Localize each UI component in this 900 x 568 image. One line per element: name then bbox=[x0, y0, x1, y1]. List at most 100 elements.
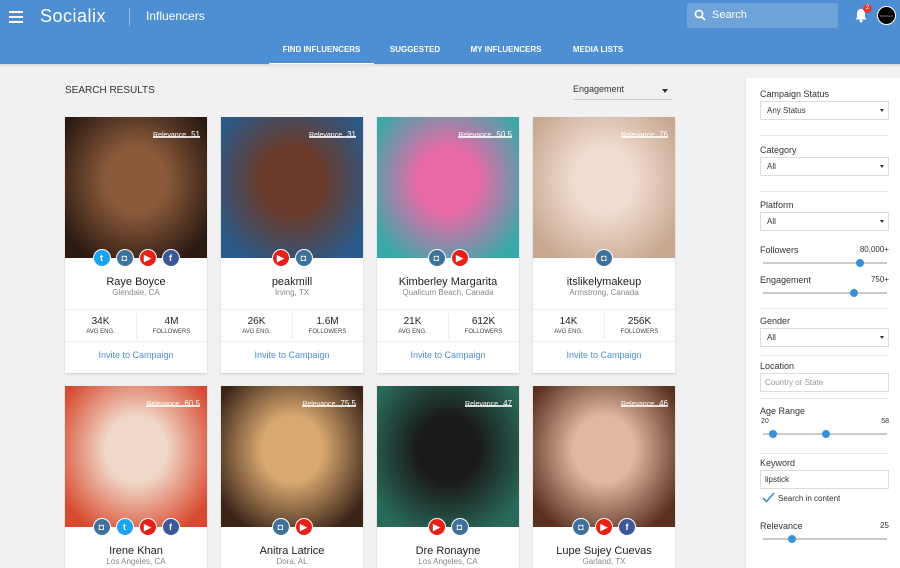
youtube-icon[interactable]: ▶ bbox=[271, 249, 290, 267]
search-box[interactable]: Search bbox=[687, 3, 838, 28]
tab-find-influencers[interactable]: FIND INFLUENCERS bbox=[269, 45, 374, 65]
category-value: All bbox=[767, 162, 776, 171]
instagram-icon[interactable]: ◘ bbox=[427, 249, 446, 267]
keyword-value: lipstick bbox=[765, 475, 790, 484]
invite-to-campaign-link[interactable]: Invite to Campaign bbox=[533, 350, 675, 360]
filter-label-age-range: Age Range bbox=[760, 406, 806, 416]
avg-engagement-value: 21K bbox=[403, 316, 422, 327]
engagement-slider-handle[interactable] bbox=[849, 289, 858, 297]
influencer-photo[interactable]: Relevance46 bbox=[533, 386, 675, 527]
influencer-location: Glendale, CA bbox=[112, 288, 160, 297]
avatar-text: SOCIALIX bbox=[879, 13, 894, 18]
influencer-card[interactable]: Relevance60.5 ◘t▶f Irene Khan Los Angele… bbox=[65, 386, 207, 568]
influencer-card[interactable]: Relevance47 ▶◘ Dre Ronayne Los Angeles, … bbox=[377, 386, 519, 568]
engagement-slider[interactable] bbox=[763, 289, 887, 297]
influencer-photo[interactable]: Relevance51 bbox=[65, 117, 207, 258]
influencer-name[interactable]: peakmill bbox=[221, 276, 363, 288]
invite-to-campaign-link[interactable]: Invite to Campaign bbox=[221, 350, 363, 360]
instagram-icon[interactable]: ◘ bbox=[294, 249, 313, 267]
influencer-card[interactable]: Relevance76 ◘ itslikelymakeup Armstrong,… bbox=[533, 117, 675, 373]
avg-engagement-value: 14K bbox=[559, 316, 578, 327]
twitter-icon[interactable]: t bbox=[92, 249, 111, 267]
invite-to-campaign-link[interactable]: Invite to Campaign bbox=[65, 350, 207, 360]
location-input[interactable]: Country or State bbox=[760, 373, 889, 392]
app-logo[interactable]: Socialix bbox=[40, 6, 106, 27]
influencer-card[interactable]: Relevance75.5 ◘▶ Anitra Latrice Dora, AL bbox=[221, 386, 363, 568]
instagram-icon[interactable]: ◘ bbox=[271, 518, 290, 536]
filter-sidebar: Campaign Status Any Status Category All … bbox=[745, 78, 900, 568]
youtube-icon[interactable]: ▶ bbox=[294, 518, 313, 536]
age-max-handle[interactable] bbox=[822, 430, 831, 438]
tab-media-lists[interactable]: MEDIA LISTS bbox=[566, 45, 630, 65]
invite-to-campaign-link[interactable]: Invite to Campaign bbox=[377, 350, 519, 360]
instagram-icon[interactable]: ◘ bbox=[572, 518, 590, 536]
influencer-photo[interactable]: Relevance75.5 bbox=[221, 386, 363, 527]
influencer-card[interactable]: Relevance31 ▶◘ peakmill Irving, TX 26K AV… bbox=[221, 117, 363, 373]
facebook-icon[interactable]: f bbox=[161, 249, 180, 267]
instagram-icon[interactable]: ◘ bbox=[115, 249, 134, 267]
influencer-photo[interactable]: Relevance31 bbox=[221, 117, 363, 258]
avg-engagement-value: 26K bbox=[247, 316, 266, 327]
instagram-icon[interactable]: ◘ bbox=[92, 518, 111, 536]
influencer-photo[interactable]: Relevance60.5 bbox=[65, 386, 207, 527]
followers-slider[interactable] bbox=[763, 259, 887, 267]
avg-engagement-stat: 26K AVG ENG. bbox=[221, 310, 292, 343]
social-networks: ▶ ◘ bbox=[221, 249, 363, 267]
youtube-icon[interactable]: ▶ bbox=[595, 518, 613, 536]
influencer-location: Los Angeles, CA bbox=[418, 557, 478, 566]
youtube-icon[interactable]: ▶ bbox=[427, 518, 446, 536]
youtube-icon[interactable]: ▶ bbox=[138, 249, 157, 267]
age-min-value: 20 bbox=[761, 418, 769, 425]
influencer-photo[interactable]: Relevance50.5 bbox=[377, 117, 519, 258]
campaign-status-select[interactable]: Any Status bbox=[760, 101, 889, 120]
tab-suggested[interactable]: SUGGESTED bbox=[385, 45, 445, 65]
influencer-photo[interactable]: Relevance47 bbox=[377, 386, 519, 527]
age-range-slider[interactable] bbox=[763, 430, 887, 438]
category-select[interactable]: All bbox=[760, 157, 889, 176]
influencer-name[interactable]: Irene Khan bbox=[65, 545, 207, 557]
influencer-photo[interactable]: Relevance76 bbox=[533, 117, 675, 258]
relevance-slider[interactable] bbox=[763, 535, 887, 543]
user-avatar[interactable]: SOCIALIX bbox=[877, 6, 896, 25]
followers-slider-handle[interactable] bbox=[855, 259, 864, 267]
twitter-icon[interactable]: t bbox=[115, 518, 134, 536]
influencer-card[interactable]: Relevance46 ◘ ▶ f Lupe Sujey Cuevas Garlan… bbox=[533, 386, 675, 568]
influencer-name[interactable]: Anitra Latrice bbox=[221, 545, 363, 557]
facebook-icon[interactable]: f bbox=[161, 518, 180, 536]
filter-label-platform: Platform bbox=[760, 200, 794, 210]
gender-value: All bbox=[767, 333, 776, 342]
hamburger-menu-icon[interactable] bbox=[9, 9, 23, 23]
facebook-icon[interactable]: f bbox=[618, 518, 636, 536]
caret-down-icon bbox=[662, 89, 668, 93]
age-min-handle[interactable] bbox=[768, 430, 777, 438]
divider bbox=[760, 308, 889, 309]
relevance-bar bbox=[621, 136, 668, 138]
influencer-name[interactable]: itslikelymakeup bbox=[533, 276, 675, 288]
divider bbox=[760, 398, 889, 399]
influencer-name[interactable]: Kimberley Margarita bbox=[377, 276, 519, 288]
youtube-icon[interactable]: ▶ bbox=[138, 518, 157, 536]
relevance-bar bbox=[153, 136, 200, 138]
gender-select[interactable]: All bbox=[760, 328, 889, 347]
influencer-name[interactable]: Dre Ronayne bbox=[377, 545, 519, 557]
influencer-card[interactable]: Relevance50.5 ◘▶ Kimberley Margarita Qua… bbox=[377, 117, 519, 373]
filter-label-category: Category bbox=[760, 145, 797, 155]
influencer-name[interactable]: Lupe Sujey Cuevas bbox=[533, 545, 675, 557]
relevance-slider-handle[interactable] bbox=[787, 535, 796, 543]
keyword-input[interactable]: lipstick bbox=[760, 470, 889, 489]
relevance-indicator: Relevance75.5 bbox=[302, 393, 356, 408]
relevance-indicator: Relevance31 bbox=[309, 124, 356, 139]
influencer-name[interactable]: Raye Boyce bbox=[65, 276, 207, 288]
search-placeholder[interactable]: Search bbox=[712, 9, 747, 21]
tab-my-influencers[interactable]: MY INFLUENCERS bbox=[466, 45, 546, 65]
followers-value: 4M bbox=[164, 316, 179, 327]
instagram-icon[interactable]: ◘ bbox=[595, 249, 613, 267]
sort-dropdown[interactable]: Engagement bbox=[573, 83, 672, 100]
influencer-card[interactable]: Relevance51 t◘▶f Raye Boyce Glendale, CA… bbox=[65, 117, 207, 373]
instagram-icon[interactable]: ◘ bbox=[450, 518, 469, 536]
relevance-bar bbox=[146, 405, 200, 407]
checkmark-icon[interactable] bbox=[762, 492, 775, 503]
search-in-content-label[interactable]: Search in content bbox=[778, 494, 840, 503]
platform-select[interactable]: All bbox=[760, 212, 889, 231]
youtube-icon[interactable]: ▶ bbox=[450, 249, 469, 267]
